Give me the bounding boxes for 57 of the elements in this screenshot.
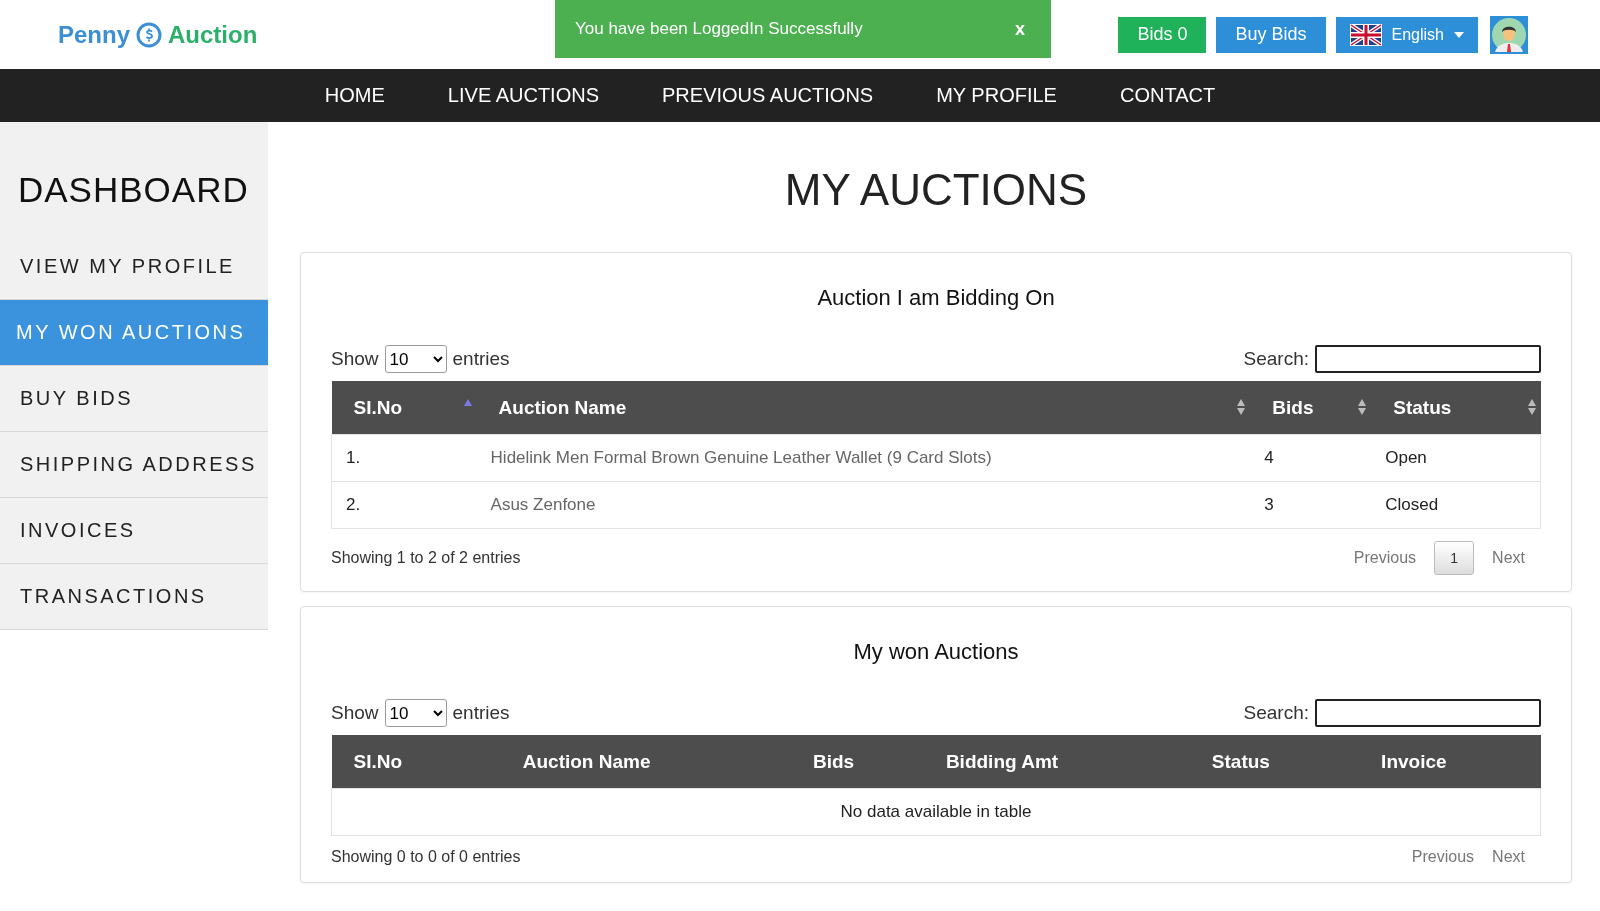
sort-icon[interactable]: [1237, 398, 1246, 416]
coin-icon: [136, 21, 163, 48]
table-cell: 4: [1250, 434, 1372, 482]
table-cell: 2.: [331, 481, 477, 529]
table-info: Showing 0 to 0 of 0 entries: [331, 848, 521, 866]
avatar-icon[interactable]: [1490, 15, 1528, 54]
nav-link[interactable]: PREVIOUS AUCTIONS: [662, 84, 874, 107]
table-cell: Open: [1371, 434, 1541, 482]
previous-button[interactable]: Previous: [1411, 848, 1475, 866]
sort-icon[interactable]: [1358, 398, 1367, 416]
sidebar-item[interactable]: INVOICES: [0, 498, 268, 564]
panel-title: Auction I am Bidding On: [816, 284, 1056, 312]
flag-icon: [1349, 23, 1382, 46]
nav-link[interactable]: CONTACT: [1119, 84, 1216, 107]
entries-label: entries: [452, 348, 510, 370]
nav-link[interactable]: LIVE AUCTIONS: [447, 84, 599, 107]
search-label: Search:: [1243, 702, 1309, 724]
empty-message: No data available in table: [331, 788, 1541, 836]
nav-link[interactable]: MY PROFILE: [936, 84, 1057, 107]
column-header[interactable]: Bids: [1250, 381, 1372, 435]
previous-button[interactable]: Previous: [1353, 549, 1417, 567]
alert-message: You have been LoggedIn Successfully: [575, 19, 863, 39]
sort-icon[interactable]: [1527, 398, 1536, 416]
table-cell: Closed: [1371, 481, 1541, 529]
nav-link[interactable]: HOME: [324, 84, 385, 107]
table-cell: 3: [1250, 481, 1372, 529]
table-info: Showing 1 to 2 of 2 entries: [331, 549, 521, 567]
search-field[interactable]: [1315, 345, 1541, 373]
column-header: Bidding Amt: [923, 735, 1190, 789]
entries-select[interactable]: 10: [384, 345, 447, 373]
caret-icon: [1454, 31, 1464, 38]
column-header: Status: [1189, 735, 1360, 789]
page-button[interactable]: 1: [1434, 541, 1475, 575]
table-cell: 1.: [331, 434, 477, 482]
column-header[interactable]: Auction Name: [476, 381, 1251, 435]
show-label: Show: [331, 702, 379, 724]
column-header[interactable]: SI.No: [331, 381, 477, 435]
page-title: MY AUCTIONS: [783, 164, 1089, 216]
column-header: Invoice: [1359, 735, 1541, 789]
show-label: Show: [331, 348, 379, 370]
column-header: Auction Name: [500, 735, 791, 789]
sidebar-item[interactable]: BUY BIDS: [0, 366, 268, 432]
panel-title: My won Auctions: [852, 638, 1020, 666]
search-field[interactable]: [1315, 699, 1541, 727]
sidebar-item[interactable]: TRANSACTIONS: [0, 564, 268, 630]
table-cell: Hidelink Men Formal Brown Genuine Leather Wallet (9 Card Slots): [476, 434, 1251, 482]
search-label: Search:: [1243, 348, 1309, 370]
table-cell: Asus Zenfone: [476, 481, 1251, 529]
entries-label: entries: [452, 702, 510, 724]
entries-select[interactable]: 10: [384, 699, 447, 727]
next-button[interactable]: Next: [1492, 848, 1525, 866]
column-header[interactable]: Status: [1371, 381, 1541, 435]
column-header: SI.No: [331, 735, 501, 789]
next-button[interactable]: Next: [1492, 549, 1525, 567]
sidebar-item[interactable]: SHIPPING ADDRESS: [0, 432, 268, 498]
sidebar-title: DASHBOARD: [17, 169, 250, 211]
column-header: Bids: [790, 735, 924, 789]
